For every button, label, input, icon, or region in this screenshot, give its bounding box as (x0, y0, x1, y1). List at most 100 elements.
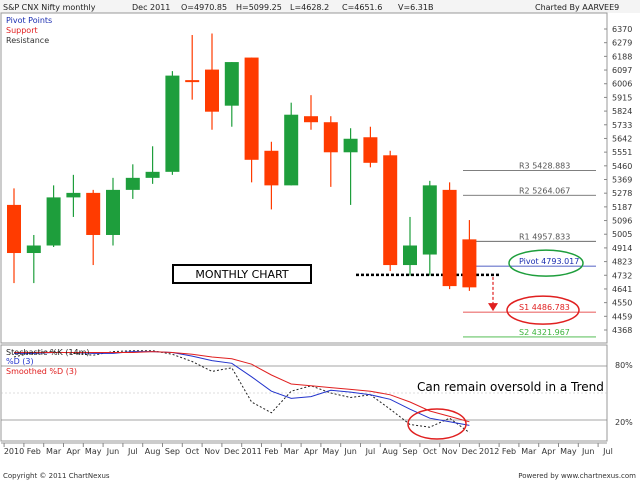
candle-body (323, 122, 338, 153)
x-tick-label: Jul (602, 447, 613, 456)
volume-value: V=6.31B (398, 3, 433, 12)
candle-body (7, 204, 21, 254)
level-label-r3: R3 5428.883 (519, 161, 570, 170)
y-tick-label: 6006 (612, 80, 632, 89)
x-tick-label: Oct (423, 447, 437, 456)
nifty-monthly-chart: S&P CNX Nifty monthly Dec 2011 O=4970.85… (0, 0, 640, 480)
legend-d: %D (3) (6, 357, 34, 366)
y-tick-label: 5733 (612, 121, 632, 130)
legend-k: Stochastic %K (14m) (6, 348, 90, 357)
x-tick-label: Aug (382, 447, 398, 456)
high-value: H=5099.25 (236, 3, 282, 12)
x-tick-label: Aug (145, 447, 161, 456)
candle-body (403, 245, 417, 266)
x-tick-label: 2010 (4, 447, 24, 456)
x-tick-label: Dec (462, 447, 477, 456)
candle-body (224, 62, 239, 106)
chart-title: S&P CNX Nifty monthly (3, 3, 96, 12)
y-tick-label: 5278 (612, 189, 632, 198)
candle-body (185, 80, 200, 83)
period-label: Dec 2011 (132, 3, 170, 12)
candle-body (205, 69, 219, 112)
x-tick-label: Jul (127, 447, 138, 456)
y-tick-label: 6279 (612, 39, 632, 48)
footer-powered: Powered by www.chartnexus.com (518, 472, 636, 480)
monthly-chart-label: MONTHLY CHART (195, 268, 289, 281)
candle-body (264, 150, 279, 186)
stoch-tick-20: 20% (615, 418, 633, 427)
y-tick-label: 5824 (612, 107, 632, 116)
y-tick-label: 5369 (612, 176, 632, 185)
candle-body (244, 57, 259, 160)
x-tick-label: Feb (27, 447, 41, 456)
x-tick-label: Jun (581, 447, 595, 456)
x-tick-label: Nov (442, 447, 458, 456)
low-value: L=4628.2 (290, 3, 329, 12)
y-tick-label: 4641 (612, 285, 632, 294)
x-tick-label: May (560, 447, 577, 456)
candle-body (26, 245, 41, 254)
y-tick-label: 4550 (612, 299, 632, 308)
y-tick-label: 4823 (612, 258, 632, 267)
y-tick-label: 4732 (612, 271, 632, 280)
candle-body (125, 177, 140, 190)
x-tick-label: Sep (402, 447, 417, 456)
candle-body (383, 155, 398, 266)
y-tick-label: 4914 (612, 244, 632, 253)
open-value: O=4970.85 (181, 3, 227, 12)
x-tick-label: May (323, 447, 340, 456)
x-tick-label: Mar (284, 447, 300, 456)
x-tick-label: Apr (542, 447, 557, 456)
candle-body (145, 171, 160, 178)
x-tick-label: Feb (502, 447, 516, 456)
candle-body (462, 239, 477, 288)
price-panel (0, 12, 608, 344)
x-tick-label: Oct (185, 447, 199, 456)
y-tick-label: 6097 (612, 66, 632, 75)
level-label-s2: S2 4321.967 (519, 328, 570, 337)
x-tick-label: Mar (521, 447, 537, 456)
candle-body (422, 185, 437, 255)
oversold-annotation: Can remain oversold in a Trend (417, 380, 604, 394)
level-label-s1: S1 4486.783 (519, 303, 570, 312)
stoch-tick-80: 80% (615, 361, 633, 370)
x-tick-label: 2011 (241, 447, 261, 456)
candle-body (442, 189, 457, 287)
x-tick-label: Nov (204, 447, 220, 456)
x-tick-label: Apr (66, 447, 81, 456)
x-tick-label: Mar (46, 447, 62, 456)
y-tick-label: 4459 (612, 312, 632, 321)
candle-body (86, 192, 101, 235)
y-tick-label: 5551 (612, 148, 632, 157)
x-tick-label: Jun (343, 447, 357, 456)
y-tick-label: 6370 (612, 25, 632, 34)
candle-body (363, 137, 378, 163)
charted-by: Charted By AARVEE9 (535, 3, 619, 12)
candle-body (284, 114, 299, 186)
x-tick-label: Jul (365, 447, 376, 456)
legend-support: Support (6, 26, 38, 35)
legend-smoothed-d: Smoothed %D (3) (6, 367, 77, 376)
y-tick-label: 5096 (612, 217, 632, 226)
price-y-axis: 6370 6279 6188 6097 6006 5915 5824 5733 5642 5551… (604, 25, 632, 335)
y-tick-label: 6188 (612, 52, 632, 61)
candle-body (106, 189, 120, 235)
x-tick-label: May (85, 447, 102, 456)
level-label-r1: R1 4957.833 (519, 232, 570, 241)
x-tick-label: Jun (106, 447, 120, 456)
legend-pivot: Pivot Points (6, 16, 52, 25)
candle-body (165, 75, 180, 172)
y-tick-label: 5005 (612, 230, 632, 239)
candle-body (304, 116, 318, 123)
y-tick-label: 5642 (612, 134, 632, 143)
footer-copyright: Copyright © 2011 ChartNexus (3, 472, 110, 480)
candle-body (66, 192, 81, 198)
x-tick-label: Sep (165, 447, 180, 456)
y-tick-label: 5915 (612, 93, 632, 102)
y-tick-label: 5460 (612, 162, 632, 171)
x-tick-label: Feb (264, 447, 278, 456)
legend-resistance: Resistance (6, 36, 49, 45)
y-tick-label: 4368 (612, 326, 632, 335)
level-label-pivot: Pivot 4793.017 (519, 257, 579, 266)
close-value: C=4651.6 (342, 3, 382, 12)
